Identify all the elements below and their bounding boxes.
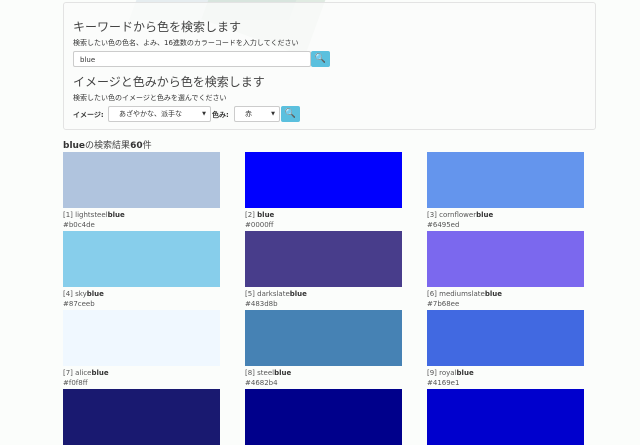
color-card[interactable] [427, 389, 584, 445]
color-name-prefix: sky [75, 290, 87, 298]
color-swatch[interactable] [63, 231, 220, 287]
color-hex: #b0c4de [63, 221, 95, 229]
color-index: [8] [245, 369, 255, 377]
color-card[interactable]: [8] steelblue #4682b4 [245, 310, 402, 388]
color-hex: #6495ed [427, 221, 460, 229]
image-select[interactable]: あざやかな、派手な ▼ [108, 106, 211, 122]
color-index: [2] [245, 211, 255, 219]
color-name-prefix: steel [257, 369, 275, 377]
results-label: の検索結果 [85, 141, 131, 151]
search-icon: 🔍 [314, 54, 327, 64]
results-suffix: 件 [142, 141, 152, 151]
color-index: [4] [63, 290, 73, 298]
color-name-prefix: mediumslate [439, 290, 485, 298]
keyword-search-desc: 検索したい色の色名、よみ、16進数のカラーコードを入力してください [73, 39, 299, 47]
color-card[interactable]: [9] royalblue #4169e1 [427, 310, 584, 388]
color-name[interactable]: [8] steelblue [245, 368, 402, 378]
color-name-highlight: blue [91, 369, 109, 377]
color-hex: #4682b4 [245, 379, 278, 387]
color-name-highlight: blue [107, 211, 125, 219]
caret-down-icon: ▼ [271, 111, 275, 117]
keyword-search-heading: キーワードから色を検索します [73, 20, 242, 34]
results-query: blue [63, 141, 86, 151]
image-search-button[interactable]: 🔍 [281, 106, 300, 122]
color-name[interactable]: [7] aliceblue [63, 368, 220, 378]
color-name-highlight: blue [456, 369, 474, 377]
color-name[interactable]: [3] cornflowerblue [427, 210, 584, 220]
color-name-prefix: cornflower [439, 211, 477, 219]
color-index: [9] [427, 369, 437, 377]
color-hex: #0000ff [245, 221, 274, 229]
color-card[interactable]: [7] aliceblue #f0f8ff [63, 310, 220, 388]
keyword-search-button[interactable]: 🔍 [311, 51, 330, 67]
color-index: [6] [427, 290, 437, 298]
color-card[interactable]: [2] blue #0000ff [245, 152, 402, 230]
color-card[interactable]: [3] cornflowerblue #6495ed [427, 152, 584, 230]
hue-label: 色み: [212, 111, 229, 119]
color-hex: #7b68ee [427, 300, 460, 308]
color-name-highlight: blue [257, 211, 275, 219]
image-search-heading: イメージと色みから色を検索します [73, 75, 265, 89]
color-card[interactable] [63, 389, 220, 445]
color-hex: #4169e1 [427, 379, 460, 387]
color-swatch[interactable] [63, 389, 220, 445]
color-name[interactable]: [9] royalblue [427, 368, 584, 378]
results-title: blueの検索結果60件 [63, 138, 152, 151]
color-card[interactable] [245, 389, 402, 445]
color-index: [5] [245, 290, 255, 298]
color-card[interactable]: [5] darkslateblue #483d8b [245, 231, 402, 309]
color-name[interactable]: [5] darkslateblue [245, 289, 402, 299]
search-icon: 🔍 [284, 109, 297, 119]
color-hex: #f0f8ff [63, 379, 88, 387]
results-count: 60 [130, 141, 143, 151]
color-swatch[interactable] [427, 389, 584, 445]
color-name-highlight: blue [86, 290, 104, 298]
color-swatch[interactable] [427, 231, 584, 287]
hue-select-value: 赤 [245, 110, 252, 118]
color-name-prefix: darkslate [257, 290, 290, 298]
color-name-highlight: blue [289, 290, 307, 298]
color-index: [1] [63, 211, 73, 219]
color-index: [7] [63, 369, 73, 377]
image-label: イメージ: [73, 111, 104, 119]
color-index: [3] [427, 211, 437, 219]
color-swatch[interactable] [245, 231, 402, 287]
image-search-desc: 検索したい色のイメージと色みを選んでください [73, 94, 227, 102]
caret-down-icon: ▼ [202, 111, 206, 117]
color-swatch[interactable] [245, 389, 402, 445]
color-hex: #483d8b [245, 300, 278, 308]
color-name[interactable]: [1] lightsteelblue [63, 210, 220, 220]
color-name-prefix: royal [439, 369, 457, 377]
color-card[interactable]: [4] skyblue #87ceeb [63, 231, 220, 309]
color-name-prefix: lightsteel [75, 211, 108, 219]
color-swatch[interactable] [63, 310, 220, 366]
color-name[interactable]: [4] skyblue [63, 289, 220, 299]
color-name[interactable]: [2] blue [245, 210, 402, 220]
image-select-value: あざやかな、派手な [119, 110, 182, 118]
search-panel: キーワードから色を検索します 検索したい色の色名、よみ、16進数のカラーコードを… [63, 2, 596, 130]
hue-select[interactable]: 赤 ▼ [234, 106, 280, 122]
color-hex: #87ceeb [63, 300, 95, 308]
color-swatch[interactable] [427, 152, 584, 208]
color-card[interactable]: [1] lightsteelblue #b0c4de [63, 152, 220, 230]
color-swatch[interactable] [427, 310, 584, 366]
color-name[interactable]: [6] mediumslateblue [427, 289, 584, 299]
color-swatch[interactable] [245, 152, 402, 208]
color-name-prefix: alice [75, 369, 92, 377]
color-swatch[interactable] [63, 152, 220, 208]
color-name-highlight: blue [274, 369, 292, 377]
color-name-highlight: blue [476, 211, 494, 219]
color-card[interactable]: [6] mediumslateblue #7b68ee [427, 231, 584, 309]
color-name-highlight: blue [484, 290, 503, 298]
keyword-input[interactable]: blue [73, 51, 311, 67]
color-swatch[interactable] [245, 310, 402, 366]
